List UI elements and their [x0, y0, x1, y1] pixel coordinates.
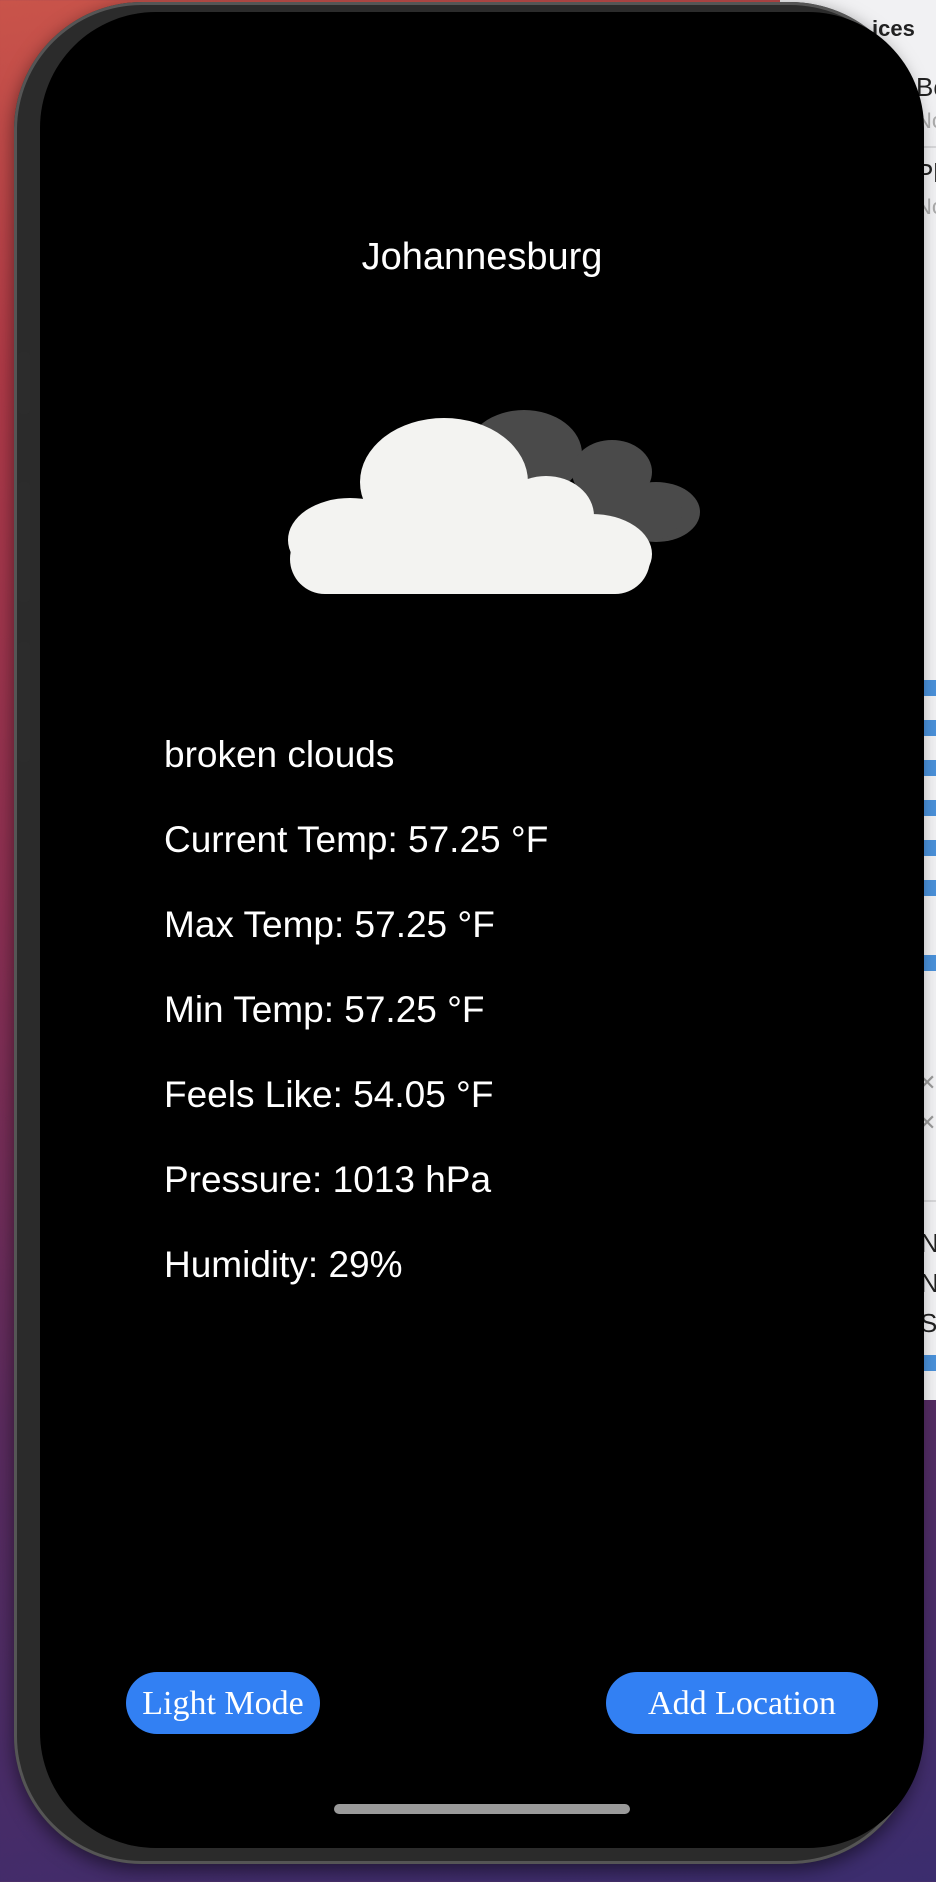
mute-switch — [18, 352, 30, 414]
add-location-button[interactable]: Add Location — [606, 1672, 878, 1734]
app-screen: Johannesburg broken clouds Current Temp:… — [40, 12, 924, 1848]
phone-frame: Johannesburg broken clouds Current Temp:… — [14, 2, 924, 1864]
max-temp: Max Temp: 57.25 °F — [164, 904, 495, 945]
broken-clouds-icon — [288, 410, 700, 594]
pressure: Pressure: 1013 hPa — [164, 1159, 492, 1200]
min-temp: Min Temp: 57.25 °F — [164, 989, 485, 1030]
city-title: Johannesburg — [361, 236, 603, 278]
feels-like: Feels Like: 54.05 °F — [164, 1074, 494, 1115]
home-indicator[interactable] — [334, 1804, 630, 1814]
current-temp: Current Temp: 57.25 °F — [164, 819, 549, 860]
light-mode-button[interactable]: Light Mode — [126, 1672, 320, 1734]
humidity: Humidity: 29% — [164, 1244, 403, 1285]
volume-up-button — [18, 482, 30, 602]
volume-down-button — [18, 642, 30, 762]
weather-description: broken clouds — [164, 734, 395, 775]
